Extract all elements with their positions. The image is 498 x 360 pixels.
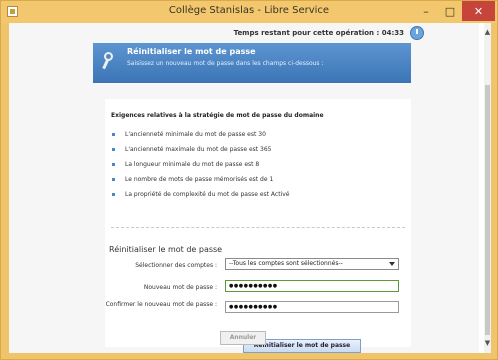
cancel-button[interactable]: Annuler [220, 331, 266, 345]
requirements-title: Exigences relatives à la stratégie de mo… [111, 112, 324, 119]
section-divider [111, 227, 405, 228]
client-area: Temps restant pour cette opération : 04:… [9, 23, 491, 353]
list-item: La longueur minimale du mot de passe est… [111, 157, 401, 172]
minimize-button[interactable]: – [414, 1, 438, 21]
scroll-down-icon[interactable]: ▼ [484, 339, 491, 347]
list-item: La propriété de complexité du mot de pas… [111, 187, 401, 202]
page-content: Temps restant pour cette opération : 04:… [9, 23, 479, 353]
new-password-label: Nouveau mot de passe : [143, 284, 217, 291]
requirements-list: L'ancienneté minimale du mot de passe es… [111, 127, 401, 202]
scrollbar-thumb[interactable] [485, 85, 490, 335]
bullet-icon [112, 148, 115, 151]
close-button[interactable]: ✕ [462, 1, 495, 21]
bullet-icon [112, 133, 115, 136]
vertical-scrollbar[interactable]: ▲ ▼ [484, 23, 491, 353]
header-banner: Réinitialiser le mot de passe Saisissez … [93, 43, 411, 83]
title-bar: Collège Stanislas - Libre Service – □ ✕ [1, 1, 497, 23]
scroll-up-icon[interactable]: ▲ [484, 28, 491, 36]
confirm-password-label: Confirmer le nouveau mot de passe : [105, 301, 217, 308]
bullet-icon [112, 178, 115, 181]
chevron-down-icon[interactable] [389, 262, 395, 266]
app-window: Collège Stanislas - Libre Service – □ ✕ … [0, 0, 498, 360]
main-panel: Exigences relatives à la stratégie de mo… [105, 99, 411, 353]
confirm-password-field[interactable]: ●●●●●●●●●● [225, 301, 399, 313]
clock-icon [410, 26, 424, 40]
list-item: Le nombre de mots de passe mémorisés est… [111, 172, 401, 187]
list-item: L'ancienneté minimale du mot de passe es… [111, 127, 401, 142]
time-remaining: Temps restant pour cette opération : 04:… [233, 29, 404, 37]
banner-subtitle: Saisissez un nouveau mot de passe dans l… [127, 60, 324, 67]
accounts-label: Sélectionner des comptes : [135, 262, 217, 269]
list-item: L'ancienneté maximale du mot de passe es… [111, 142, 401, 157]
accounts-select-value: --Tous les comptes sont sélectionnés-- [229, 260, 343, 267]
accounts-select[interactable]: --Tous les comptes sont sélectionnés-- [225, 258, 399, 270]
key-icon [101, 52, 114, 70]
form-title: Réinitialiser le mot de passe [109, 245, 223, 254]
bullet-icon [112, 163, 115, 166]
bullet-icon [112, 193, 115, 196]
maximize-button[interactable]: □ [438, 1, 462, 21]
banner-title: Réinitialiser le mot de passe [127, 47, 256, 56]
new-password-field[interactable]: ●●●●●●●●●● [225, 280, 399, 292]
